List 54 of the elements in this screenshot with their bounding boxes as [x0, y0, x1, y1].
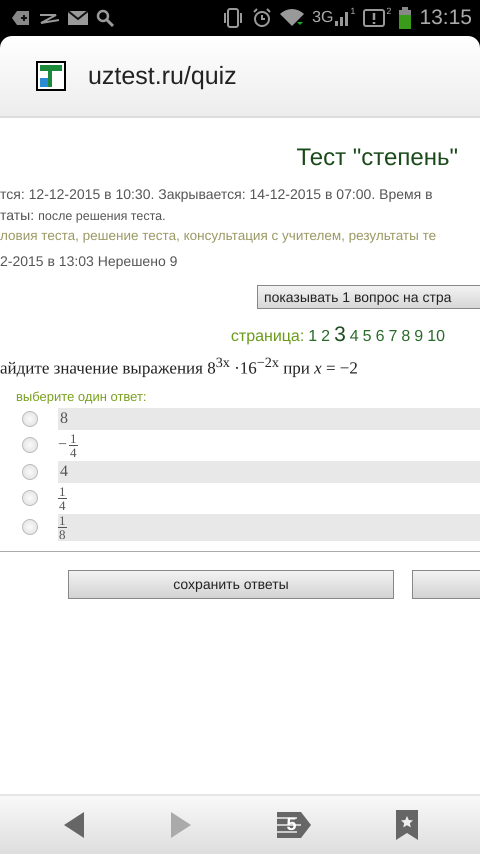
battery-icon — [399, 7, 412, 29]
vibrate-icon — [222, 8, 244, 28]
page-link[interactable]: 7 — [388, 328, 398, 346]
forward-icon[interactable] — [170, 811, 192, 839]
denominator: 4 — [59, 498, 66, 512]
page-link[interactable]: 6 — [376, 328, 384, 346]
quiz-info: 2-2015 в 13:03 Нерешено 9 — [0, 253, 178, 269]
denominator: 4 — [70, 446, 77, 459]
results-label: таты: — [0, 207, 34, 223]
quiz-title: Тест "степень" — [296, 144, 458, 172]
signal-icon — [335, 10, 350, 26]
add-icon — [12, 10, 30, 26]
answer-hint: выберите один ответ: — [16, 388, 148, 404]
alarm-icon — [252, 8, 272, 28]
sim-number: 1 — [350, 6, 356, 16]
radio-button[interactable] — [22, 464, 38, 480]
question-text: айдите значение выражения 8$^{3x}$ ·16$^{−2x}$ при x = −2 — [0, 355, 359, 379]
page-link[interactable]: 8 — [401, 328, 410, 346]
wifi-icon — [280, 9, 304, 27]
page-link[interactable]: 10 — [427, 328, 445, 346]
page-link[interactable]: 2 — [321, 328, 330, 346]
radio-button[interactable] — [22, 410, 38, 427]
bookmark-icon[interactable] — [396, 810, 418, 840]
answer-value: 4 — [59, 462, 68, 481]
clock-time: 13:15 — [419, 6, 472, 30]
scribble-icon — [38, 11, 60, 25]
quiz-info: тся: 12-12-2015 в 10:30. Закрывается: 14-12-2015 в 07:00. Время в — [0, 186, 433, 202]
minus-sign: − — [58, 436, 68, 454]
radio-button[interactable] — [22, 519, 38, 536]
blank-button[interactable] — [412, 570, 480, 599]
site-logo-icon — [36, 61, 66, 91]
radio-button[interactable] — [22, 437, 38, 454]
numerator: 1 — [69, 432, 78, 446]
sim-number: 2 — [386, 6, 392, 16]
numerator: 1 — [58, 514, 66, 528]
answer-value: 8 — [59, 410, 68, 428]
numerator: 1 — [58, 484, 66, 499]
mail-icon — [68, 11, 88, 25]
page-link[interactable]: 9 — [414, 328, 424, 346]
sim-alert-icon — [363, 9, 386, 27]
page-link[interactable]: 1 — [308, 328, 318, 346]
radio-button[interactable] — [22, 490, 38, 506]
network-type: 3G — [312, 9, 334, 27]
page-link[interactable]: 4 — [350, 328, 359, 346]
page-link[interactable]: 3 — [334, 323, 346, 347]
search-icon — [96, 9, 114, 27]
page-label: страница: — [230, 328, 304, 346]
back-icon[interactable] — [62, 811, 84, 839]
page-url[interactable]: uztest.ru/quiz — [88, 62, 237, 90]
display-mode-button[interactable]: показывать 1 вопрос на стра — [257, 285, 480, 309]
save-answers-button[interactable]: сохранить ответы — [68, 570, 394, 599]
results-value: после решения теста. — [38, 209, 166, 223]
denominator: 8 — [59, 528, 66, 541]
page-link[interactable]: 5 — [362, 328, 372, 346]
